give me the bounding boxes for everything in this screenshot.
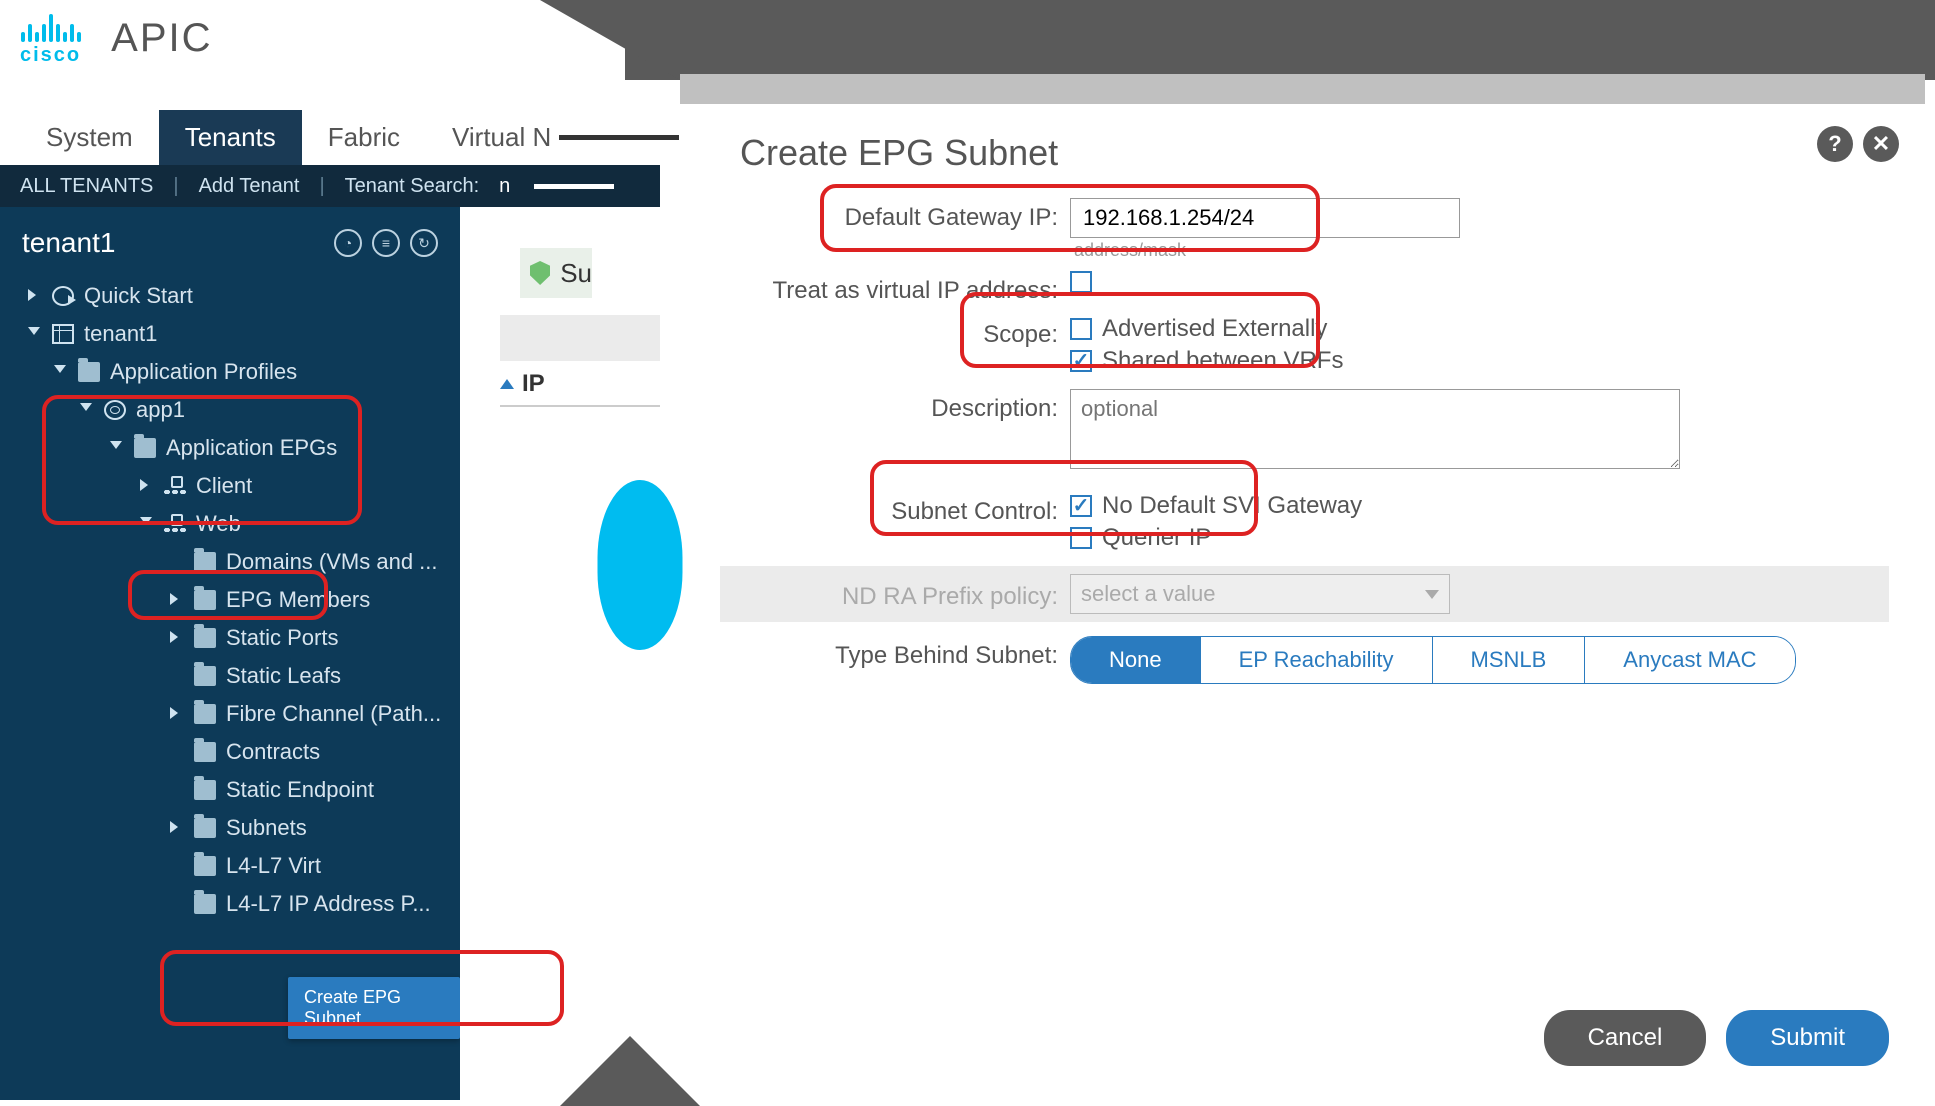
tab-fabric[interactable]: Fabric bbox=[302, 110, 426, 165]
help-button[interactable]: ? bbox=[1817, 126, 1853, 162]
tree-client[interactable]: Client bbox=[10, 467, 456, 505]
scope-shared-label: Shared between VRFs bbox=[1102, 347, 1343, 375]
seg-none[interactable]: None bbox=[1071, 637, 1201, 683]
decorative-triangle-icon bbox=[560, 1036, 700, 1106]
tab-system[interactable]: System bbox=[20, 110, 159, 165]
gray-panel bbox=[500, 315, 660, 361]
scope-label: Scope: bbox=[720, 315, 1070, 349]
tree-static-endpoint[interactable]: Static Endpoint bbox=[10, 771, 456, 809]
cisco-logo: cisco bbox=[20, 10, 81, 67]
folder-icon bbox=[194, 552, 216, 572]
epg-icon bbox=[164, 476, 186, 496]
sidebar-title: tenant1 bbox=[22, 227, 115, 259]
seg-msnlb[interactable]: MSNLB bbox=[1433, 637, 1586, 683]
folder-icon bbox=[134, 438, 156, 458]
cancel-button[interactable]: Cancel bbox=[1544, 1010, 1707, 1066]
tree-quick-start[interactable]: Quick Start bbox=[10, 277, 456, 315]
tree-contracts[interactable]: Contracts bbox=[10, 733, 456, 771]
gateway-label: Default Gateway IP: bbox=[720, 198, 1070, 232]
quickstart-icon bbox=[52, 286, 74, 306]
tree-tenant1[interactable]: tenant1 bbox=[10, 315, 456, 353]
tenant-icon bbox=[52, 324, 74, 344]
tree-domains[interactable]: Domains (VMs and ... bbox=[10, 543, 456, 581]
tree-l4l7-virt[interactable]: L4-L7 Virt bbox=[10, 847, 456, 885]
no-svi-label: No Default SVI Gateway bbox=[1102, 492, 1362, 520]
submit-button[interactable]: Submit bbox=[1726, 1010, 1889, 1066]
app-icon bbox=[104, 400, 126, 420]
folder-icon bbox=[194, 628, 216, 648]
scope-shared-checkbox[interactable] bbox=[1070, 350, 1092, 372]
main-tabs: System Tenants Fabric Virtual N bbox=[20, 110, 679, 165]
all-tenants-link[interactable]: ALL TENANTS bbox=[20, 175, 153, 198]
tree-app1[interactable]: app1 bbox=[10, 391, 456, 429]
close-button[interactable]: ✕ bbox=[1863, 126, 1899, 162]
tree-web[interactable]: Web bbox=[10, 505, 456, 543]
folder-icon bbox=[194, 704, 216, 724]
vip-label: Treat as virtual IP address: bbox=[720, 271, 1070, 305]
tree-app-profiles[interactable]: Application Profiles bbox=[10, 353, 456, 391]
folder-icon bbox=[194, 590, 216, 610]
ip-column[interactable]: IP bbox=[500, 370, 545, 398]
tree-subnets[interactable]: Subnets bbox=[10, 809, 456, 847]
tenant-search-value[interactable]: n bbox=[499, 175, 510, 198]
vip-checkbox[interactable] bbox=[1070, 271, 1092, 293]
querier-checkbox[interactable] bbox=[1070, 527, 1092, 549]
tree-static-leafs[interactable]: Static Leafs bbox=[10, 657, 456, 695]
add-tenant-link[interactable]: Add Tenant bbox=[199, 175, 300, 198]
subnet-ctrl-label: Subnet Control: bbox=[720, 492, 1070, 526]
tab-tenants[interactable]: Tenants bbox=[159, 110, 302, 165]
tenant-search-label: Tenant Search: bbox=[345, 175, 480, 198]
sort-asc-icon bbox=[500, 379, 514, 389]
folder-icon bbox=[78, 362, 100, 382]
tree-app-epgs[interactable]: Application EPGs bbox=[10, 429, 456, 467]
gateway-input[interactable] bbox=[1070, 198, 1460, 238]
cisco-bars-icon bbox=[21, 10, 81, 42]
toolbar-icon-1[interactable]: ◔ bbox=[334, 229, 362, 257]
create-epg-subnet-dialog: Create EPG Subnet ? ✕ Default Gateway IP… bbox=[700, 104, 1919, 1086]
ndra-placeholder: select a value bbox=[1081, 581, 1216, 607]
ndra-label: ND RA Prefix policy: bbox=[720, 577, 1070, 611]
toolbar-icon-3[interactable]: ↻ bbox=[410, 229, 438, 257]
header: cisco APIC bbox=[20, 10, 213, 67]
folder-icon bbox=[194, 894, 216, 914]
cisco-text: cisco bbox=[20, 44, 81, 67]
tree-fibre[interactable]: Fibre Channel (Path... bbox=[10, 695, 456, 733]
ndra-select: select a value bbox=[1070, 574, 1450, 614]
querier-label: Querier IP bbox=[1102, 524, 1211, 552]
folder-icon bbox=[194, 780, 216, 800]
decorative-diamond-icon bbox=[598, 480, 683, 650]
seg-ep[interactable]: EP Reachability bbox=[1201, 637, 1433, 683]
toolbar-icon-2[interactable]: ≡ bbox=[372, 229, 400, 257]
shield-icon bbox=[530, 261, 550, 285]
chevron-down-icon bbox=[1425, 590, 1439, 599]
tree-epg-members[interactable]: EPG Members bbox=[10, 581, 456, 619]
context-menu-create-epg-subnet[interactable]: Create EPG Subnet bbox=[288, 977, 460, 1039]
folder-icon bbox=[194, 666, 216, 686]
tree-l4l7-ip[interactable]: L4-L7 IP Address P... bbox=[10, 885, 456, 923]
folder-icon bbox=[194, 742, 216, 762]
tab-virtual[interactable]: Virtual N bbox=[426, 110, 555, 165]
epg-icon bbox=[164, 514, 186, 534]
scope-advertised-checkbox[interactable] bbox=[1070, 318, 1092, 340]
search-line-icon bbox=[534, 184, 614, 189]
sidebar: tenant1 ◔ ≡ ↻ Quick Start tenant1 Applic… bbox=[0, 207, 460, 1100]
folder-icon bbox=[194, 856, 216, 876]
desc-label: Description: bbox=[720, 389, 1070, 423]
desc-textarea[interactable] bbox=[1070, 389, 1680, 469]
type-behind-label: Type Behind Subnet: bbox=[720, 636, 1070, 670]
truncated-indicator-icon bbox=[559, 135, 679, 140]
no-svi-checkbox[interactable] bbox=[1070, 495, 1092, 517]
type-behind-segmented: None EP Reachability MSNLB Anycast MAC bbox=[1070, 636, 1796, 684]
su-badge: Su bbox=[520, 248, 592, 298]
tenant-subbar: ALL TENANTS | Add Tenant | Tenant Search… bbox=[0, 165, 660, 207]
seg-anycast[interactable]: Anycast MAC bbox=[1585, 637, 1794, 683]
folder-icon bbox=[194, 818, 216, 838]
product-title: APIC bbox=[111, 16, 212, 61]
gateway-hint: address/mask bbox=[1070, 240, 1889, 261]
dialog-title: Create EPG Subnet bbox=[700, 104, 1919, 198]
scope-advertised-label: Advertised Externally bbox=[1102, 315, 1327, 343]
tree-static-ports[interactable]: Static Ports bbox=[10, 619, 456, 657]
